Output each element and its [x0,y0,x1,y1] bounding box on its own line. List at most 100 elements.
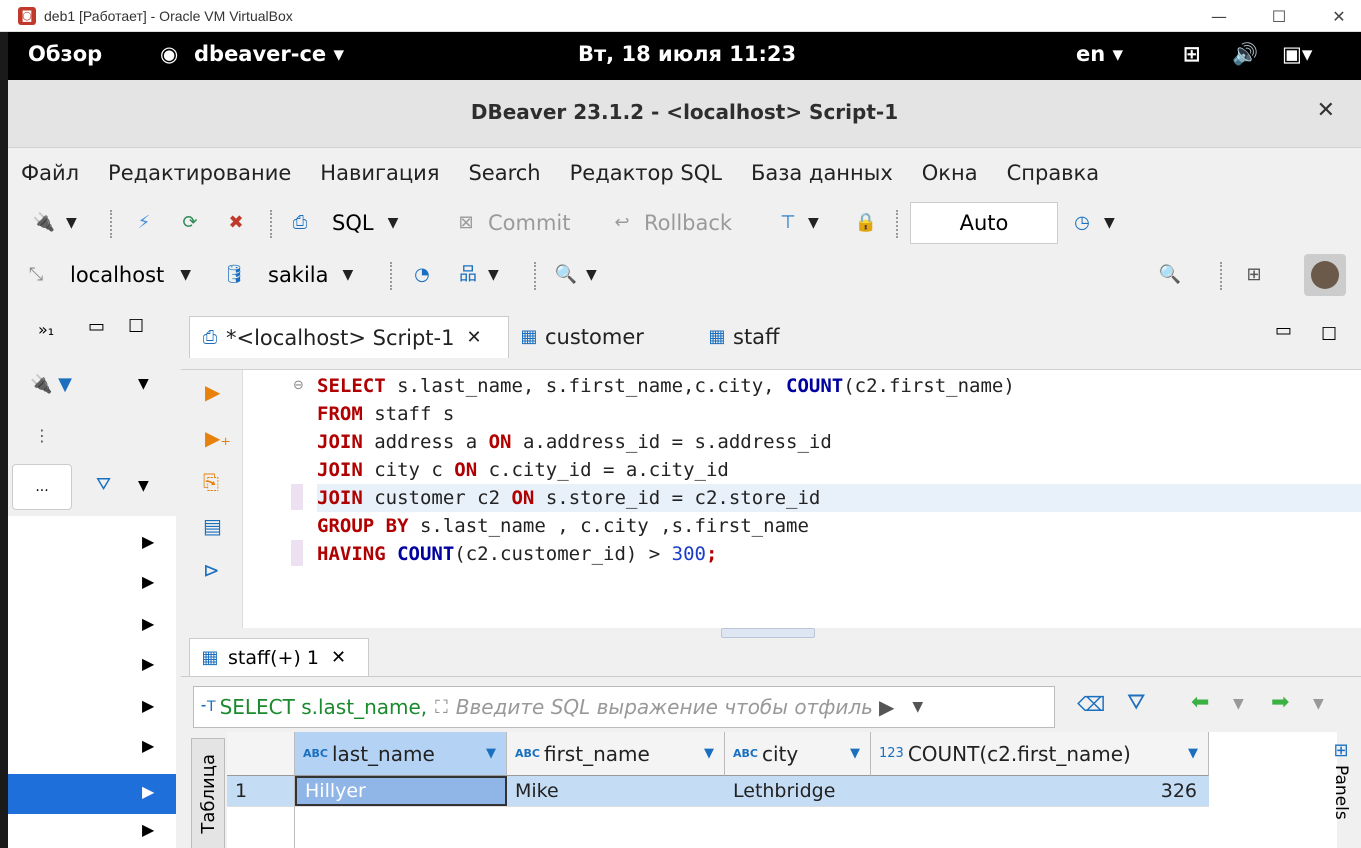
volume-icon[interactable]: 🔊 [1232,42,1258,67]
sql-editor-icon[interactable]: ⎙ [288,211,312,235]
execute-script-icon[interactable]: ⎘ [203,470,219,494]
dashboard-icon[interactable]: ◔ [410,263,434,287]
language-menu[interactable]: en ▾ [1076,42,1123,66]
chevron-down-icon[interactable]: ▼ [1188,746,1198,761]
overview-button[interactable]: Обзор [28,42,102,66]
code-line[interactable]: SELECT s.last_name, s.first_name,c.city,… [317,372,1361,400]
menu-file[interactable]: Файл [21,161,79,185]
chevron-down-icon[interactable]: ▼ [138,478,149,494]
more-icon[interactable]: ⋮ [34,426,50,445]
disconnect-icon[interactable]: ✖ [224,211,248,235]
transaction-mode-field[interactable]: Auto [910,202,1058,244]
app-icon[interactable]: ◉ [160,42,178,66]
execute-statement-icon[interactable]: ▶ [205,380,220,404]
tree-expand-icon[interactable]: ▶ [142,736,154,755]
maximize-editor-icon[interactable]: ☐ [1321,324,1337,345]
lock-icon[interactable]: 🔒 [854,211,878,235]
chevron-down-icon[interactable]: ▼ [704,746,714,761]
column-header-last-name[interactable]: ABC last_name ▼ [295,732,507,776]
perspective-icon[interactable]: ⊞ [1242,263,1266,287]
tree-expand-icon[interactable]: ▶ [142,614,154,633]
cell-first-name[interactable]: Mike [507,776,725,806]
reconnect-icon[interactable]: ⟳ [178,211,202,235]
schema-selector[interactable]: sakila [268,263,329,287]
transaction-mode-icon[interactable]: ⊤ [776,211,800,235]
sql-code-editor[interactable]: SELECT s.last_name, s.first_name,c.city,… [317,370,1361,628]
menu-sql-editor[interactable]: Редактор SQL [570,161,722,185]
minimize-view-icon[interactable]: ▭ [88,316,105,337]
menu-window[interactable]: Окна [922,161,978,185]
back-arrow-icon[interactable]: ⬅ [1191,690,1209,715]
clock[interactable]: Вт, 18 июля 11:23 [578,42,796,66]
chevron-down-icon[interactable]: ▼ [912,699,923,715]
new-connection-icon[interactable]: 🔌 [32,211,56,235]
app-menu[interactable]: dbeaver-ce ▾ [194,42,344,66]
chevron-down-icon[interactable]: ▼ [486,746,496,761]
panels-button[interactable]: ⊞ Panels [1327,740,1355,848]
menu-search[interactable]: Search [468,161,540,185]
chevron-down-icon[interactable]: ▼ [850,746,860,761]
filter-history-icon[interactable]: ⛶ [435,697,448,718]
splitter-handle[interactable] [721,628,815,638]
tab-close-icon[interactable]: ✕ [331,647,346,668]
query-preview[interactable]: SELECT s.last_name, [220,695,428,719]
tab-close-icon[interactable]: ✕ [466,327,481,348]
close-icon[interactable]: ✕ [1310,0,1361,32]
cell-count[interactable]: 326 [871,776,1209,806]
erase-filter-icon[interactable]: ⌫ [1077,692,1105,716]
sql-button[interactable]: SQL [332,211,374,235]
code-line[interactable]: HAVING COUNT(c2.customer_id) > 300; [317,540,1361,568]
connect-icon[interactable]: ⚡ [132,211,156,235]
menu-database[interactable]: База данных [751,161,893,185]
terminal-icon[interactable]: ⊳ [203,558,220,582]
fold-icon[interactable]: ⊖ [293,378,304,393]
navigator-search-input[interactable]: ... [12,464,72,510]
chevron-down-icon[interactable]: ▼ [488,267,499,283]
column-header-count[interactable]: 123 COUNT(c2.first_name) ▼ [871,732,1209,776]
history-icon[interactable]: ◷ [1070,211,1094,235]
apply-filter-icon[interactable]: ▶ [879,695,894,719]
column-header-city[interactable]: ABC city ▼ [725,732,871,776]
chevron-down-icon[interactable]: ▼ [1104,215,1115,231]
battery-icon[interactable]: ▣▾ [1282,42,1312,66]
explain-plan-icon[interactable]: ▤ [203,514,222,538]
code-line[interactable]: JOIN city c ON c.city_id = a.city_id [317,456,1361,484]
tab-customer[interactable]: ▦ customer [517,316,643,358]
maximize-icon[interactable]: ☐ [1250,0,1308,32]
code-line[interactable]: GROUP BY s.last_name , c.city ,s.first_n… [317,512,1361,540]
tab-staff[interactable]: ▦ staff [705,316,779,358]
table-row[interactable]: 1 Hillyer Mike Lethbridge 326 [227,776,1209,806]
window-close-icon[interactable]: ✕ [1317,98,1335,123]
code-line[interactable]: FROM staff s [317,400,1361,428]
execute-new-tab-icon[interactable]: ▶₊ [205,426,231,450]
filter-input[interactable]: Введите SQL выражение чтобы отфиль [456,695,873,719]
code-line[interactable]: JOIN address a ON a.address_id = s.addre… [317,428,1361,456]
chevron-down-icon[interactable]: ▼ [66,215,77,231]
chevron-down-icon[interactable]: ▼ [343,267,354,283]
er-diagram-icon[interactable]: 品 [456,263,480,287]
tree-expand-icon[interactable]: ▶ [142,572,154,591]
tab-results[interactable]: ▦ staff(+) 1 ✕ [189,638,369,676]
tree-expand-icon[interactable]: ▶ [142,654,154,673]
cell-last-name[interactable]: Hillyer [295,776,507,806]
tab-script-1[interactable]: ⎙ *<localhost> Script-1 ✕ [189,316,509,358]
minimize-editor-icon[interactable]: ▭ [1275,320,1292,341]
menu-navigate[interactable]: Навигация [320,161,439,185]
chevron-down-icon[interactable]: ▼ [1313,696,1324,712]
tree-expand-icon[interactable]: ▶ [142,820,154,839]
new-connection-icon[interactable]: 🔌 ▼ [30,374,72,395]
menu-edit[interactable]: Редактирование [108,161,291,185]
tree-expand-icon[interactable]: ▶ [142,696,154,715]
filter-icon[interactable]: ⛛ [1127,690,1145,715]
chevron-down-icon[interactable]: ▼ [388,215,399,231]
grid-view-tab[interactable]: Таблица [191,738,225,848]
chevron-down-icon[interactable]: ▼ [180,267,191,283]
global-search-icon[interactable]: 🔍 [1158,263,1182,287]
rollback-button[interactable]: Rollback [644,211,732,235]
code-line[interactable]: JOIN customer c2 ON s.store_id = c2.stor… [317,484,1361,512]
chevron-down-icon[interactable]: ▼ [808,215,819,231]
datasource-selector[interactable]: localhost [70,263,164,287]
dbeaver-perspective-icon[interactable] [1304,254,1346,296]
cell-city[interactable]: Lethbridge [725,776,871,806]
chevron-down-icon[interactable]: ▼ [1233,696,1244,712]
